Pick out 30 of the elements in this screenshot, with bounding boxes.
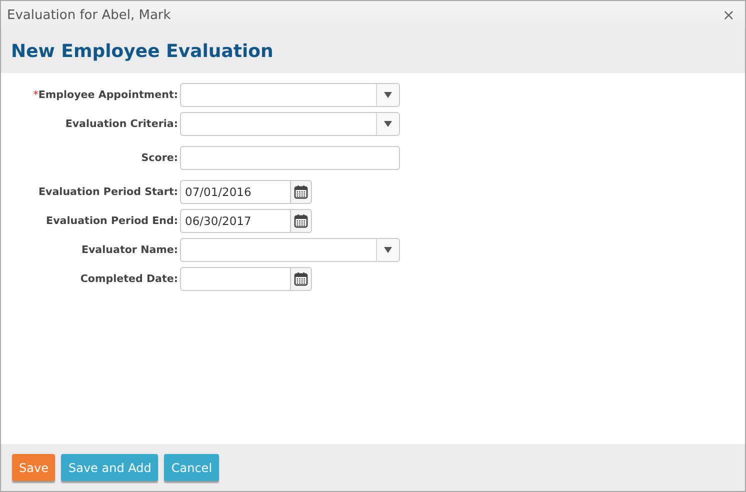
field-label: Evaluation Period Start: — [38, 186, 178, 198]
caret-icon — [384, 92, 392, 98]
field-label: Score: — [141, 152, 178, 164]
action-button[interactable]: Cancel — [164, 454, 220, 481]
dropdown-field[interactable] — [180, 238, 400, 262]
window-title: Evaluation for Abel, Mark — [7, 8, 171, 22]
calendar-button[interactable] — [290, 267, 312, 291]
calendar-button[interactable] — [290, 180, 312, 204]
calendar-icon — [294, 272, 308, 286]
field-label: Evaluation Period End: — [46, 215, 178, 227]
calendar-icon — [294, 185, 308, 199]
dropdown-field[interactable] — [180, 112, 400, 136]
caret-icon — [384, 247, 392, 253]
dropdown-field[interactable] — [180, 83, 400, 107]
field-label: Evaluator Name: — [81, 244, 178, 256]
form-heading: New Employee Evaluation — [11, 40, 274, 62]
calendar-button[interactable] — [290, 209, 312, 233]
date-field[interactable]: 07/01/2016 — [180, 180, 290, 204]
required-mark: * — [33, 89, 38, 101]
field-label: Evaluation Criteria: — [65, 118, 178, 130]
field-label: Employee Appointment: — [38, 89, 178, 101]
calendar-icon — [294, 214, 308, 228]
date-field[interactable]: 06/30/2017 — [180, 209, 290, 233]
action-button[interactable]: Save — [12, 454, 56, 481]
close-button[interactable]: × — [720, 8, 737, 22]
input-field[interactable] — [180, 146, 400, 170]
caret-icon — [384, 121, 392, 127]
field-label: Completed Date: — [80, 273, 178, 285]
date-field[interactable] — [180, 267, 290, 291]
action-button[interactable]: Save and Add — [61, 454, 158, 481]
